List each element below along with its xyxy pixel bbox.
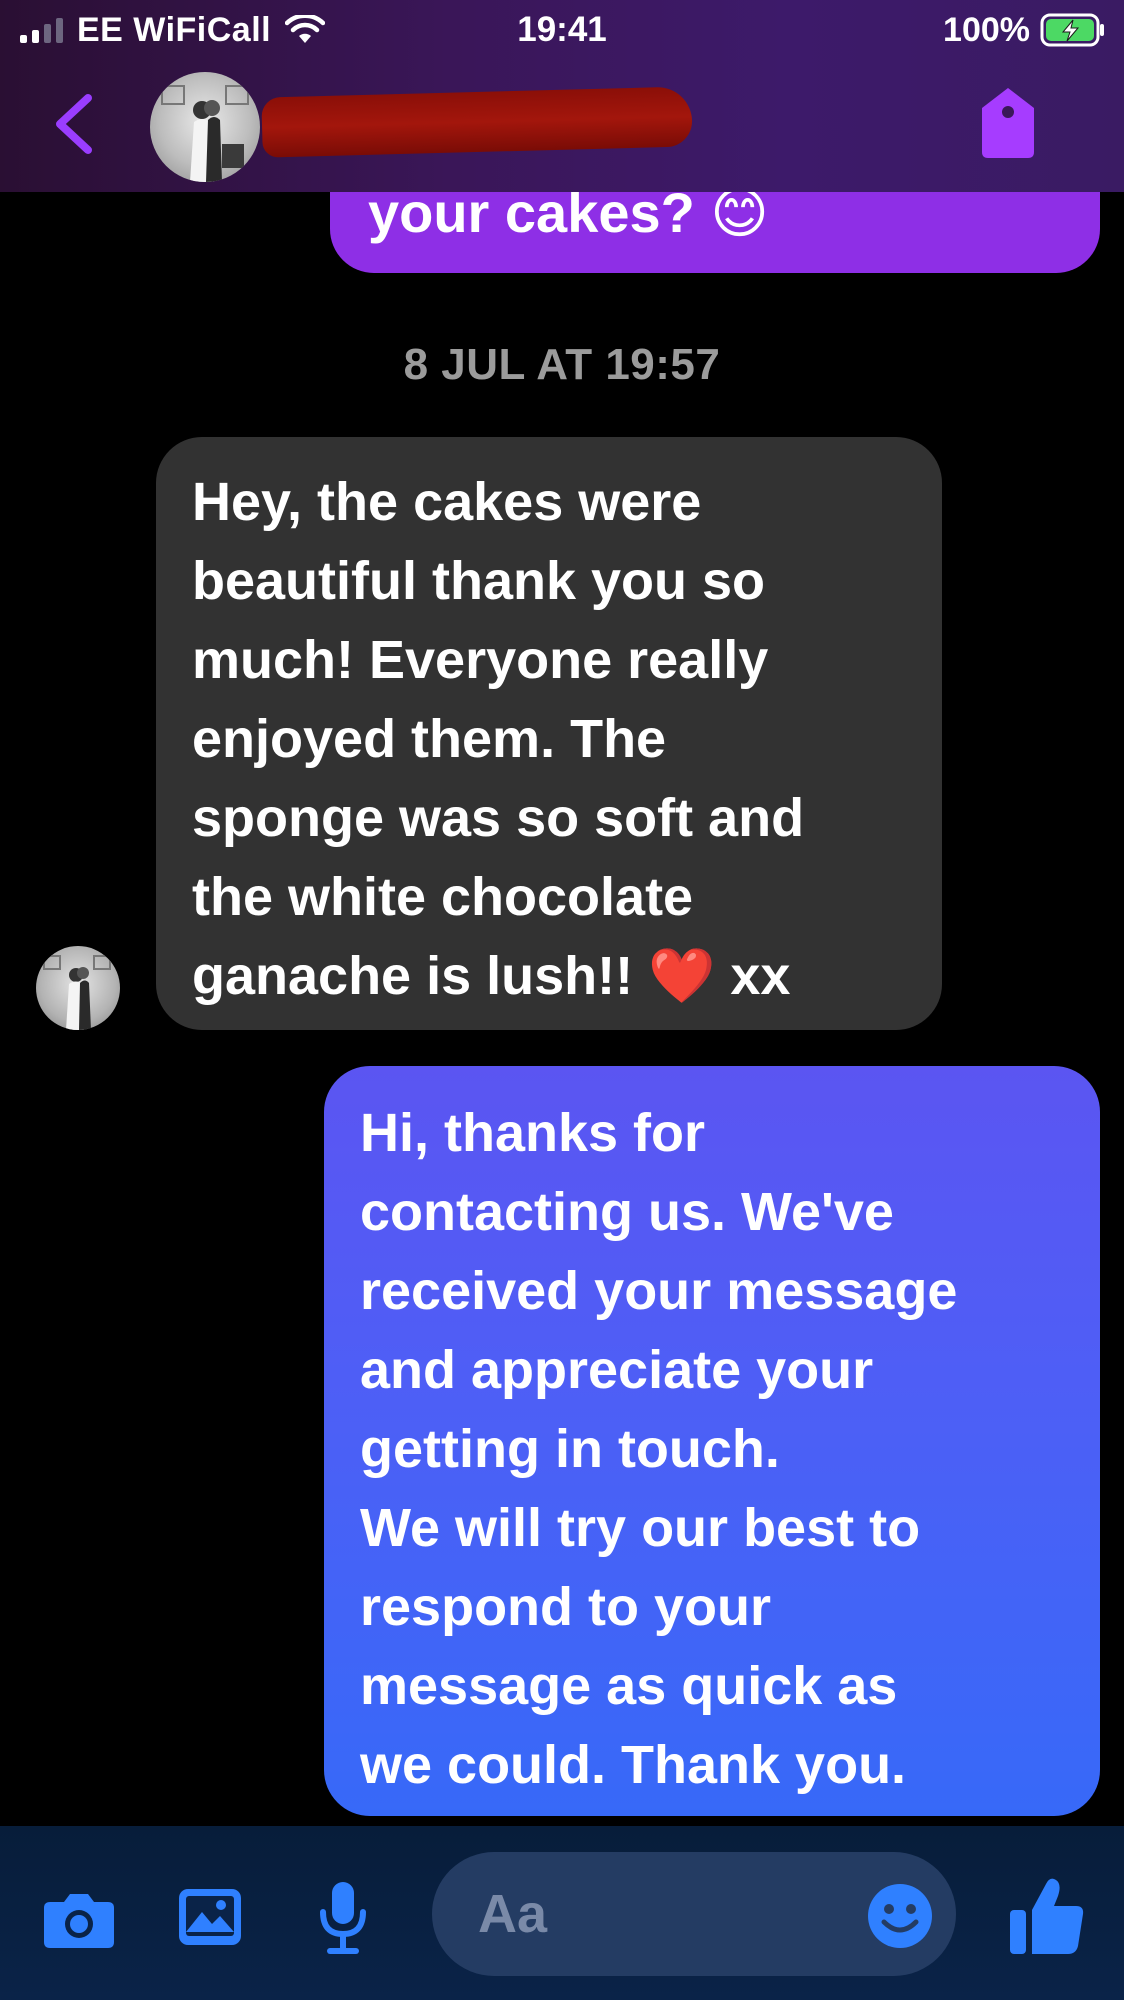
sent-message-auto-reply[interactable]: Hi, thanks for contacting us. We've rece…: [324, 1066, 1100, 1816]
status-bar-right: 100%: [943, 10, 1106, 50]
redacted-name-scribble: [261, 86, 693, 158]
battery-charging-icon: [1040, 13, 1104, 47]
contact-avatar[interactable]: [150, 72, 260, 182]
tag-icon[interactable]: [978, 86, 1038, 160]
message-text: Hey, the cakes were beautiful thank you …: [192, 472, 805, 1006]
chat-header: EE WiFiCall 19:41 100%: [0, 0, 1124, 192]
microphone-icon[interactable]: [318, 1880, 368, 1956]
camera-icon[interactable]: [42, 1890, 116, 1950]
thumbs-up-icon[interactable]: [1008, 1874, 1086, 1956]
back-button[interactable]: [48, 92, 98, 156]
battery-percentage: 100%: [943, 10, 1030, 49]
avatar-photo-icon: [43, 955, 111, 1030]
sender-avatar[interactable]: [36, 946, 120, 1030]
image-icon[interactable]: [176, 1886, 244, 1948]
emoji-icon[interactable]: [866, 1882, 934, 1950]
avatar-photo-icon: [161, 85, 249, 182]
conversation-timestamp: 8 JUL AT 19:57: [403, 340, 721, 389]
received-message[interactable]: Hey, the cakes were beautiful thank you …: [156, 437, 942, 1030]
message-text: Hi, thanks for contacting us. We've rece…: [360, 1103, 958, 1795]
